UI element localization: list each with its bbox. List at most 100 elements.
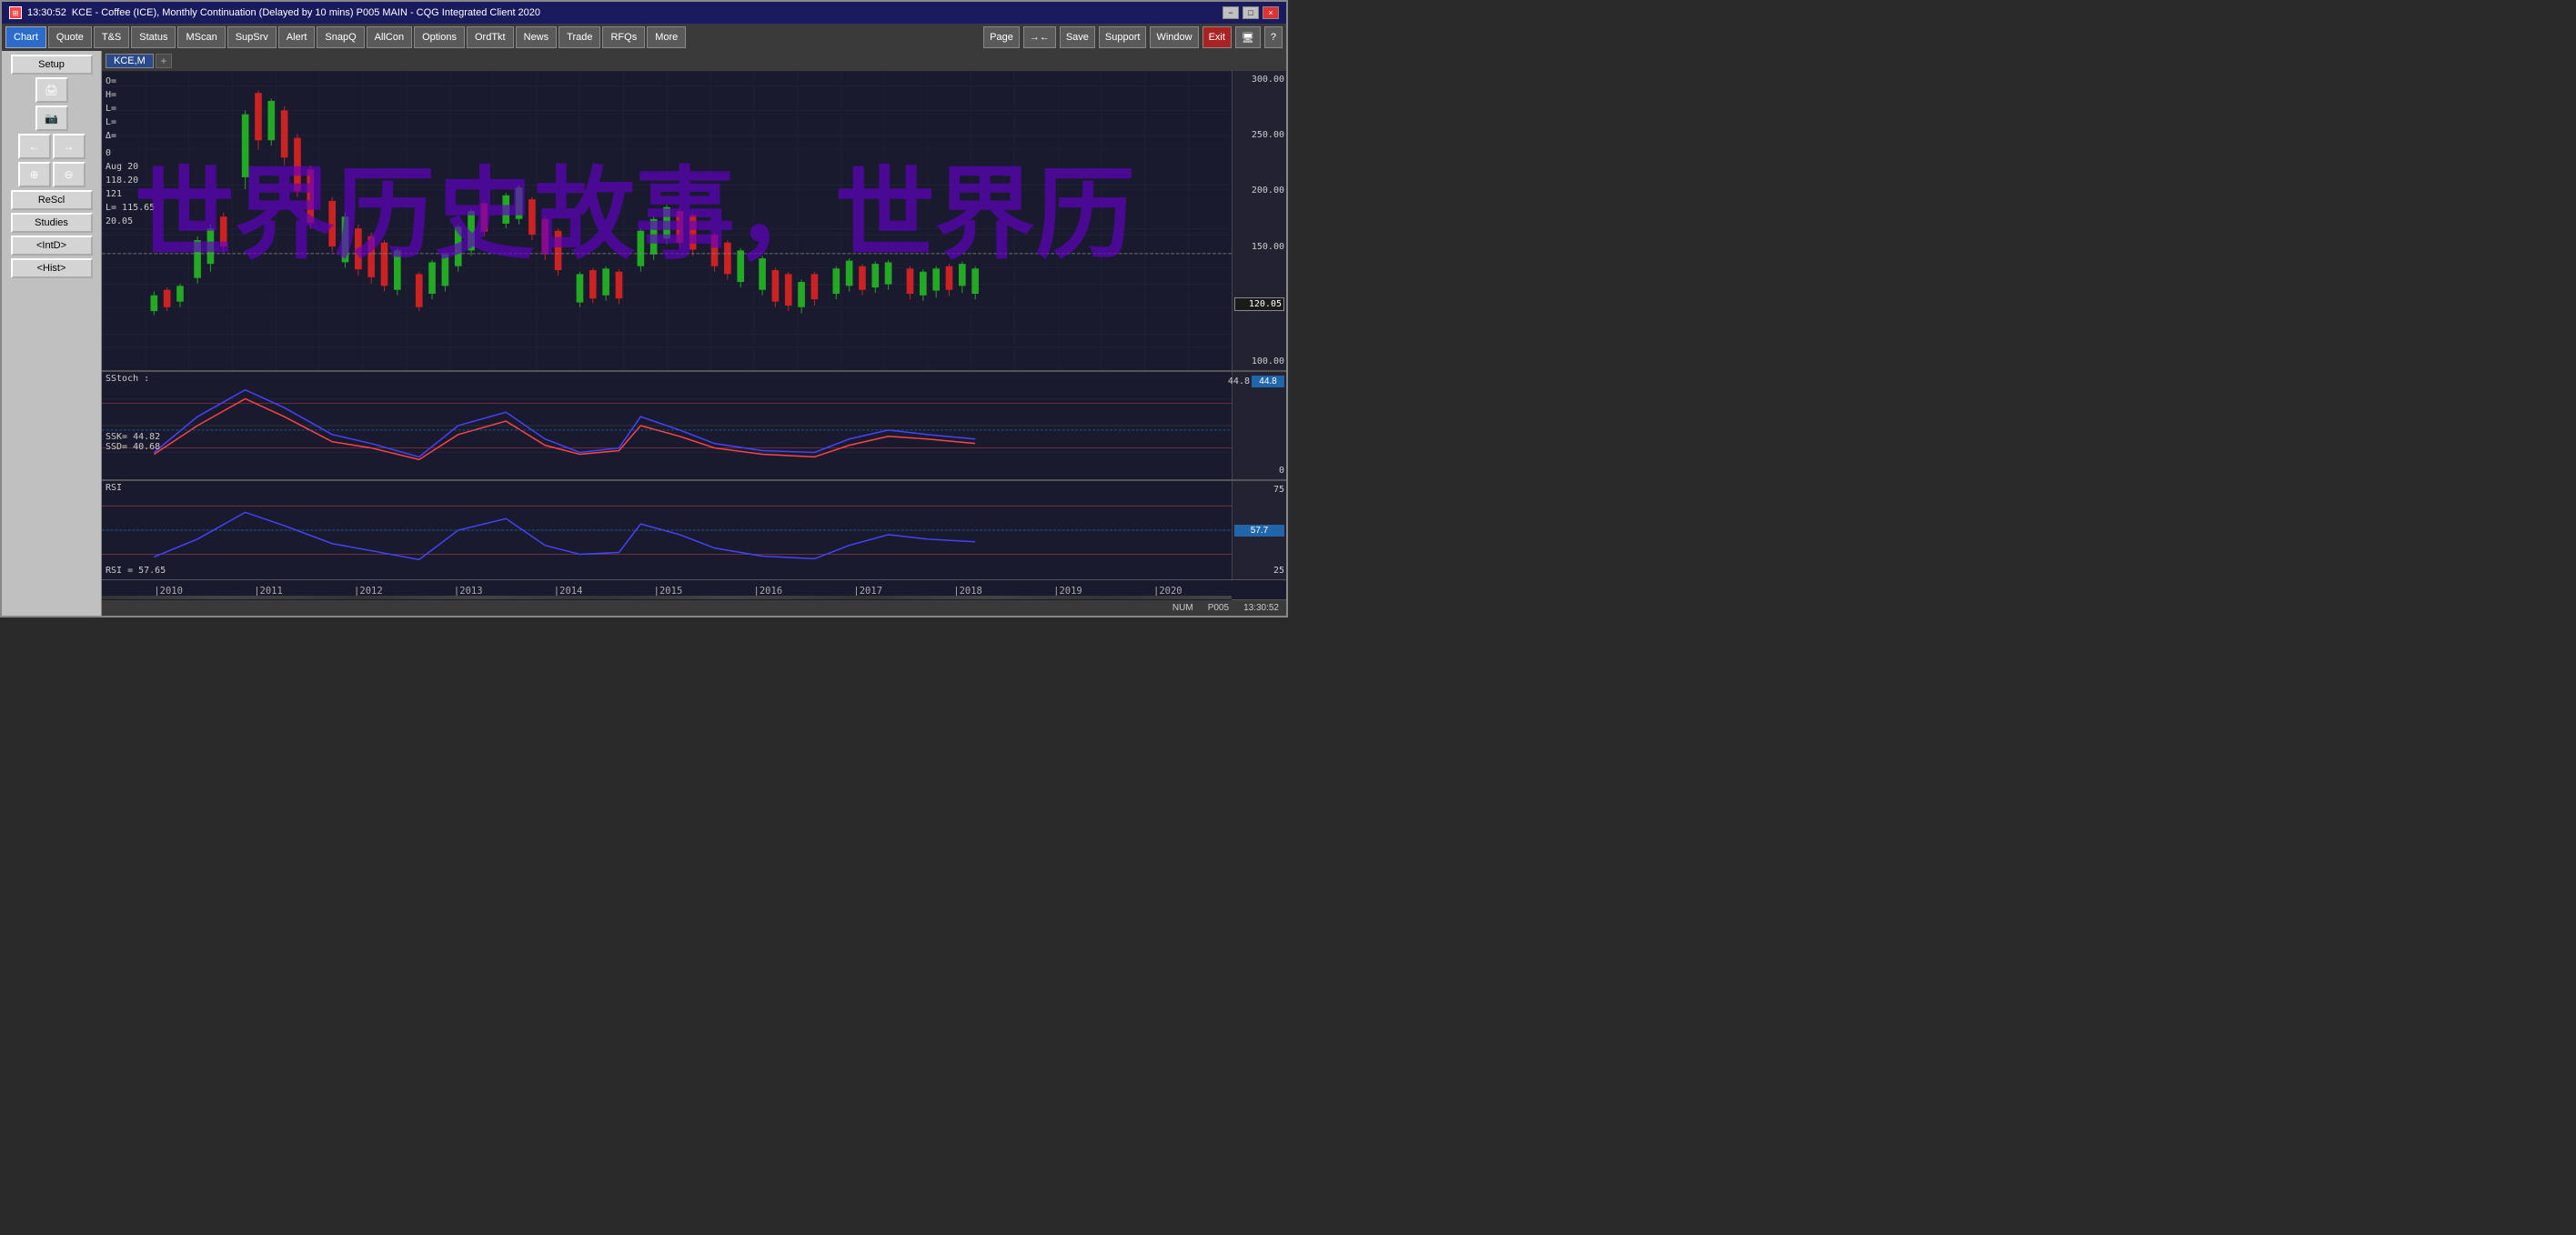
window-controls: − □ × (1223, 6, 1279, 19)
window-btn[interactable]: Window (1150, 26, 1198, 48)
setup-btn[interactable]: Setup (11, 55, 93, 75)
price-150: 150.00 (1234, 242, 1284, 252)
svg-text:|2015: |2015 (654, 584, 683, 596)
title-bar: ⊞ 13:30:52 KCE - Coffee (ICE), Monthly C… (2, 2, 1286, 24)
maximize-btn[interactable]: □ (1243, 6, 1259, 19)
svg-text:|2014: |2014 (554, 584, 583, 596)
exit-btn[interactable]: Exit (1202, 26, 1232, 48)
sidebar: Setup 🖨 📷 ← → ⊕ ⊖ ReScl Studies <IntD> <… (2, 51, 102, 616)
svg-text:|2019: |2019 (1053, 584, 1082, 596)
rsi-badge: 57.7 (1234, 525, 1284, 537)
hist-btn[interactable]: <Hist> (11, 258, 93, 278)
stoch-zero: 0 (1234, 466, 1284, 476)
menu-supsrv[interactable]: SupSrv (227, 26, 277, 48)
arrow-btn[interactable]: →← (1023, 26, 1056, 48)
price-current: 120.05 (1234, 297, 1284, 311)
menu-snapq[interactable]: SnapQ (317, 26, 364, 48)
menu-status[interactable]: Status (131, 26, 176, 48)
l-val: 121 (106, 187, 155, 201)
stochastic-panel: SStoch : (102, 370, 1286, 479)
status-bar: NUM P005 13:30:52 (102, 599, 1286, 616)
price-scale: 300.00 250.00 200.00 150.00 120.05 100.0… (1232, 71, 1286, 370)
page-btn[interactable]: Page (983, 26, 1020, 48)
svg-text:|2018: |2018 (953, 584, 982, 596)
svg-text:|2017: |2017 (853, 584, 882, 596)
price-100: 100.00 (1234, 356, 1284, 366)
menu-news[interactable]: News (516, 26, 558, 48)
menu-options[interactable]: Options (414, 26, 465, 48)
menu-allcon[interactable]: AllCon (367, 26, 412, 48)
sidebar-icon-row-3: ← → (18, 134, 86, 159)
arrow-left-icon[interactable]: ← (18, 134, 51, 159)
candlestick-chart (102, 71, 1232, 370)
status-num: NUM (1172, 603, 1193, 613)
menu-rfqs[interactable]: RFQs (602, 26, 645, 48)
zoom-in-icon[interactable]: ⊕ (18, 162, 51, 187)
svg-text:|2020: |2020 (1153, 584, 1182, 596)
rsi-chart (102, 481, 1232, 579)
menu-mscan[interactable]: MScan (177, 26, 225, 48)
rsi-scale: 75 57.7 25 (1232, 481, 1286, 579)
minimize-btn[interactable]: − (1223, 6, 1239, 19)
chart-tab-add[interactable]: + (156, 54, 172, 68)
ohlc-delta: Δ= (106, 129, 155, 143)
ohlc-info: O= H= L= L= Δ= 0 Aug 20 118.20 121 L= 11… (106, 75, 155, 228)
arrow-right-icon[interactable]: → (53, 134, 86, 159)
status-page: P005 (1208, 603, 1229, 613)
title-bar-left: ⊞ 13:30:52 KCE - Coffee (ICE), Monthly C… (9, 6, 540, 19)
chart-tabs: KCE,M + (102, 51, 1286, 71)
price-250: 250.00 (1234, 130, 1284, 140)
title-text: 13:30:52 (27, 7, 66, 18)
aug-label: 0 (106, 146, 155, 160)
menu-quote[interactable]: Quote (48, 26, 92, 48)
svg-text:|2016: |2016 (754, 584, 783, 596)
rsi-75: 75 (1234, 485, 1284, 495)
camera-icon[interactable]: 📷 (35, 105, 68, 131)
intd-btn[interactable]: <IntD> (11, 236, 93, 256)
help-btn[interactable]: ? (1264, 26, 1283, 48)
studies-btn[interactable]: Studies (11, 213, 93, 233)
stoch-label: SStoch : (106, 374, 149, 384)
monitor-btn[interactable]: 🖥 (1235, 26, 1261, 48)
rsi-panel: RSI RSI = 57.65 75 (102, 479, 1286, 579)
price-200: 200.00 (1234, 186, 1284, 196)
save-btn[interactable]: Save (1060, 26, 1095, 48)
chart-tab-kce[interactable]: KCE,M (106, 54, 154, 68)
ohlc-o: O= (106, 75, 155, 88)
menu-ts[interactable]: T&S (94, 26, 129, 48)
close-btn[interactable]: × (1263, 6, 1279, 19)
menu-chart[interactable]: Chart (5, 26, 46, 48)
h-val: 118.20 (106, 174, 155, 187)
menu-bar: Chart Quote T&S Status MScan SupSrv Aler… (2, 24, 1286, 51)
support-btn[interactable]: Support (1099, 26, 1147, 48)
menu-ordtkt[interactable]: OrdTkt (467, 26, 514, 48)
rsi-label: RSI (106, 483, 122, 493)
ssk-value: SSK= 44.82 (106, 432, 160, 442)
ssd-value: SSD= 40.68 (106, 442, 160, 452)
sidebar-icon-row-1: 🖨 (35, 77, 68, 103)
menu-trade[interactable]: Trade (558, 26, 600, 48)
sidebar-icon-row-4: ⊕ ⊖ (18, 162, 86, 187)
ohlc-h: H= (106, 88, 155, 102)
menu-more[interactable]: More (647, 26, 686, 48)
ohlc-l2: L= (106, 115, 155, 129)
aug-label2: Aug 20 (106, 160, 155, 174)
menu-bar-left: Chart Quote T&S Status MScan SupSrv Aler… (5, 26, 686, 48)
zoom-out-icon[interactable]: ⊖ (53, 162, 86, 187)
time-axis: |2010 |2011 |2012 |2013 |2014 |2015 |201… (102, 579, 1286, 599)
price-300: 300.00 (1234, 75, 1284, 85)
sidebar-icon-row-2: 📷 (35, 105, 68, 131)
menu-alert[interactable]: Alert (278, 26, 316, 48)
stoch-scale: 44.8 44.8 0 (1232, 372, 1286, 479)
l2-val: L= 115.65 (106, 201, 155, 215)
stoch-values: SSK= 44.82 SSD= 40.68 (106, 432, 160, 452)
main-chart[interactable]: O= H= L= L= Δ= 0 Aug 20 118.20 121 L= 11… (102, 71, 1286, 370)
title-full: KCE - Coffee (ICE), Monthly Continuation… (72, 7, 540, 18)
svg-text:|2012: |2012 (354, 584, 383, 596)
rsi-value: RSI = 57.65 (106, 566, 166, 576)
svg-text:|2011: |2011 (254, 584, 283, 596)
chart-area: KCE,M + O= H= L= L= Δ= 0 Aug 20 118.20 1… (102, 51, 1286, 616)
rescl-btn[interactable]: ReScl (11, 190, 93, 210)
content-area: Setup 🖨 📷 ← → ⊕ ⊖ ReScl Studies <IntD> <… (2, 51, 1286, 616)
print-icon[interactable]: 🖨 (35, 77, 68, 103)
